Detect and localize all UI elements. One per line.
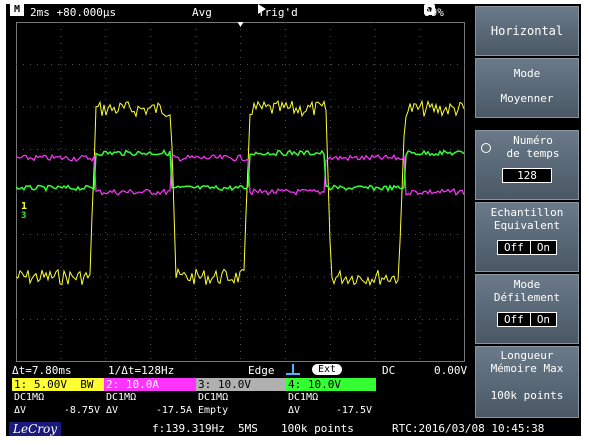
channel-3-label: 3: 10.0V bbox=[196, 378, 286, 391]
equivalent-label-1: Echantillon bbox=[490, 206, 564, 219]
delta-t: Δt=7.80ms bbox=[12, 364, 72, 377]
channel-4-delta-value: -17.5V bbox=[335, 405, 372, 416]
channel-3-delta-label: Empty bbox=[198, 405, 229, 416]
status-bar: M 2ms +80.000µs Avg Trig'd 99% bbox=[6, 4, 466, 22]
channel-1-trace bbox=[16, 99, 465, 287]
averages-label-2: de temps bbox=[506, 147, 560, 160]
adjust-knob-icon bbox=[481, 143, 491, 153]
scroll-mode-button[interactable]: Mode Défilement Off On bbox=[475, 274, 579, 344]
acquisition-mode[interactable]: Avg bbox=[192, 4, 212, 22]
maxlen-value: 100k points bbox=[490, 389, 564, 402]
memory-points: 100k points bbox=[281, 422, 354, 435]
channel-2-box[interactable]: 2: 10.0A DC1MΩ ΔV -17.5A bbox=[104, 378, 196, 420]
averages-value-field[interactable]: 128 bbox=[502, 168, 552, 183]
channel-2-delta-label: ΔV bbox=[106, 405, 119, 416]
trigger-status-label: Trig'd bbox=[258, 6, 298, 19]
trigger-source[interactable]: Ext bbox=[312, 364, 343, 375]
softkey-menu: Horizontal Mode Moyenner Numéro de temps… bbox=[475, 4, 579, 420]
mode-label: Mode bbox=[513, 67, 541, 80]
channel-4-box[interactable]: 4: 10.0V DC1MΩ ΔV -17.5V bbox=[286, 378, 376, 420]
averages-count-button[interactable]: Numéro de temps 128 bbox=[475, 130, 579, 200]
channel-3-delta: Empty bbox=[196, 404, 286, 417]
mode-average-button[interactable]: Mode Moyenner bbox=[475, 58, 579, 118]
averages-label-1: Numéro bbox=[513, 134, 553, 147]
battery-level: 99% bbox=[424, 6, 444, 19]
trigger-level[interactable]: 0.00V bbox=[434, 364, 467, 377]
bottom-status-bar: LeCroy f:139.319Hz 5MS 100k points RTC:2… bbox=[6, 421, 581, 436]
mode-value: Moyenner bbox=[500, 92, 554, 105]
scroll-on[interactable]: On bbox=[529, 313, 557, 326]
timebase-readout[interactable]: 2ms +80.000µs bbox=[30, 4, 116, 22]
channel-2-coupling: DC1MΩ bbox=[106, 392, 137, 403]
equivalent-off[interactable]: Off bbox=[497, 241, 530, 254]
sample-rate: 5MS bbox=[238, 422, 258, 435]
trigger-position-marker bbox=[237, 22, 244, 27]
menu-title-horizontal[interactable]: Horizontal bbox=[475, 6, 579, 56]
scroll-label-2: Défilement bbox=[493, 291, 561, 304]
channel-1-delta: ΔV -8.75V bbox=[12, 404, 104, 417]
channel-1-coupling: DC1MΩ bbox=[14, 392, 45, 403]
equivalent-on[interactable]: On bbox=[529, 241, 557, 254]
channel-3-box[interactable]: 3: 10.0V DC1MΩ Empty bbox=[196, 378, 286, 420]
channel-4-delta-label: ΔV bbox=[288, 405, 301, 416]
channel-2-delta-value: -17.5A bbox=[155, 405, 192, 416]
max-memory-button[interactable]: Longueur Mémoire Max 100k points bbox=[475, 346, 579, 418]
scroll-off[interactable]: Off bbox=[497, 313, 530, 326]
menu-m-icon[interactable]: M bbox=[10, 4, 24, 16]
maxlen-label-2: Mémoire Max bbox=[490, 362, 564, 375]
ch3-ground-marker[interactable]: 3 bbox=[21, 212, 26, 221]
channel-1-box[interactable]: 1: 5.00V BW DC1MΩ ΔV -8.75V bbox=[12, 378, 104, 420]
maxlen-label-1: Longueur bbox=[500, 349, 554, 362]
channel-4-delta: ΔV -17.5V bbox=[286, 404, 376, 417]
channel-4-coupling: DC1MΩ bbox=[288, 392, 319, 403]
trigger-type[interactable]: Edge bbox=[248, 364, 275, 377]
channel-1-delta-label: ΔV bbox=[14, 405, 27, 416]
channel-2-delta: ΔV -17.5A bbox=[104, 404, 196, 417]
channel-1-delta-value: -8.75V bbox=[63, 405, 100, 416]
trigger-coupling[interactable]: DC bbox=[382, 364, 395, 377]
channel-4-label: 4: 10.0V bbox=[286, 378, 376, 391]
channel-3-coupling: DC1MΩ bbox=[198, 392, 229, 403]
graticule bbox=[16, 22, 465, 362]
channel-1-label: 1: 5.00V BW bbox=[12, 378, 104, 391]
channel-strip: 1: 5.00V BW DC1MΩ ΔV -8.75V 2: 10.0A DC1M… bbox=[12, 378, 468, 420]
waveform-display[interactable]: 1 3 bbox=[16, 22, 465, 362]
measurement-line: Δt=7.80ms 1/Δt=128Hz Edge Ext DC 0.00V bbox=[12, 364, 470, 378]
equivalent-toggle[interactable]: Off On bbox=[496, 240, 558, 255]
inverse-delta-t: 1/Δt=128Hz bbox=[108, 364, 175, 377]
equivalent-sampling-button[interactable]: Echantillon Equivalent Off On bbox=[475, 202, 579, 272]
scroll-toggle[interactable]: Off On bbox=[496, 312, 558, 327]
equivalent-label-2: Equivalent bbox=[493, 219, 561, 232]
frequency-readout: f:139.319Hz bbox=[152, 422, 225, 435]
channel-2-label: 2: 10.0A bbox=[104, 378, 196, 391]
lecroy-logo: LeCroy bbox=[9, 422, 61, 436]
oscilloscope-display: M 2ms +80.000µs Avg Trig'd 99% 1 3 Δt=7.… bbox=[6, 4, 581, 436]
menu-title-label: Horizontal bbox=[490, 24, 564, 38]
real-time-clock: RTC:2016/03/08 10:45:38 bbox=[392, 422, 545, 435]
scroll-label-1: Mode bbox=[513, 278, 541, 291]
